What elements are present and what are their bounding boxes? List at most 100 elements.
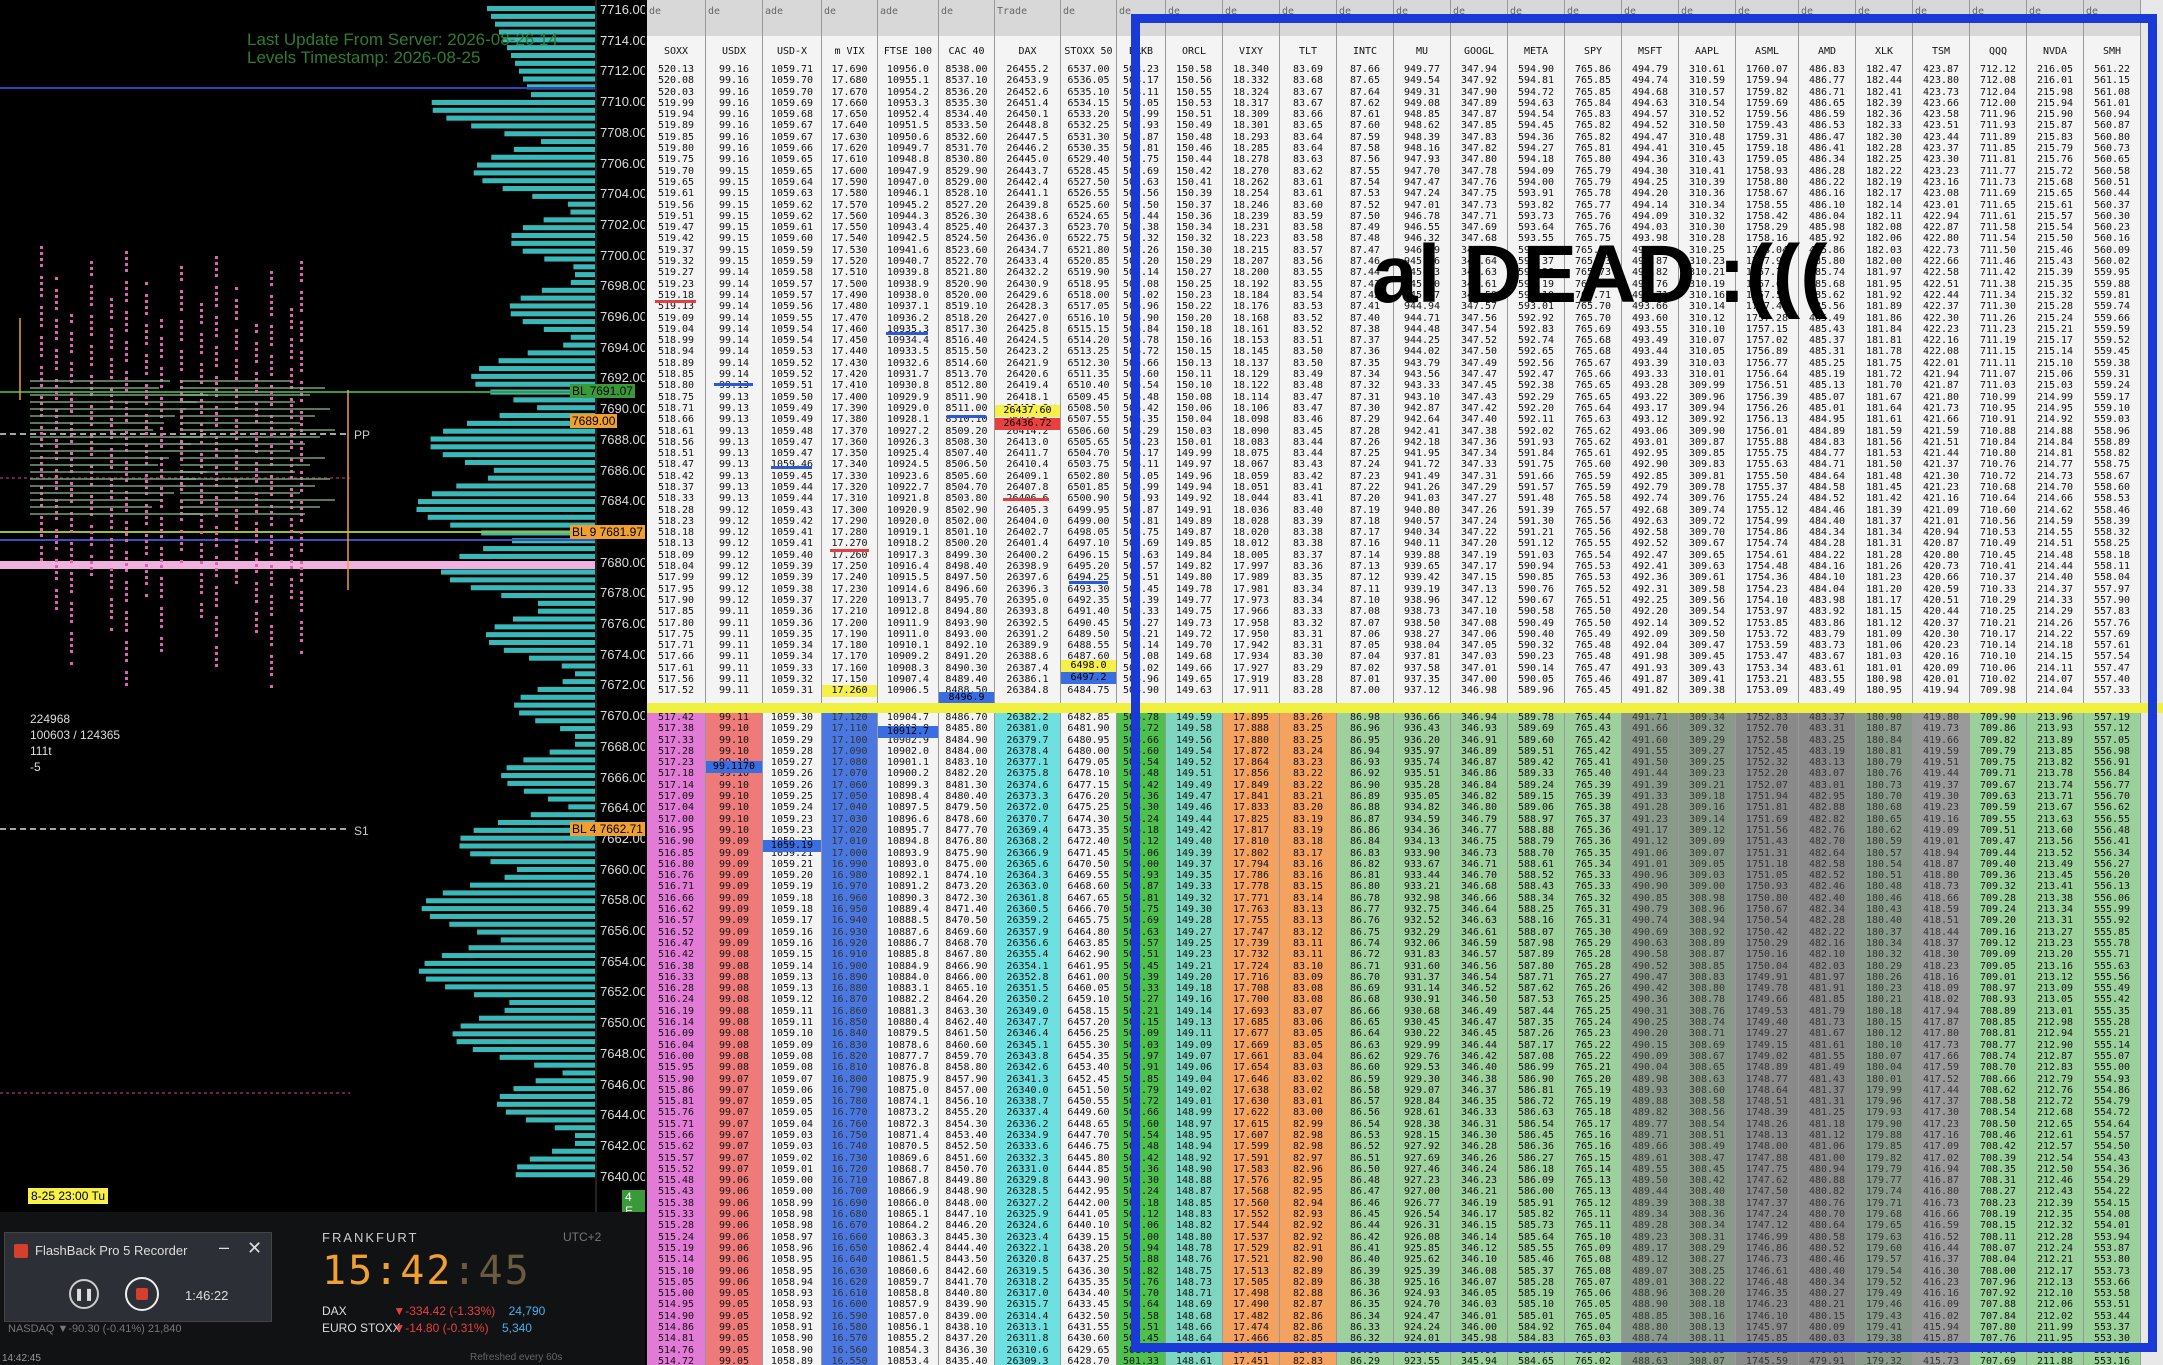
footprint-dot xyxy=(270,397,273,400)
footprint-dot xyxy=(215,646,218,649)
footprint-dot xyxy=(235,527,238,530)
footprint-dot xyxy=(160,529,163,532)
ladder-column-usdx[interactable]: de USDX 99.16 99.16 99.16 99.16 99.16 99.1… xyxy=(706,0,763,1365)
volume-bar xyxy=(500,937,595,943)
footprint-dot xyxy=(300,573,303,576)
footprint-row xyxy=(180,506,320,508)
footprint-dot xyxy=(160,643,163,646)
footprint-dot xyxy=(40,432,43,435)
footprint-dot xyxy=(40,426,43,429)
footprint-row xyxy=(180,492,300,494)
volume-bar xyxy=(570,334,595,340)
ladder-column-usd-x[interactable]: ade USD-X 1059.71 1059.70 1059.70 1059.69 … xyxy=(763,0,822,1365)
footprint-dot xyxy=(70,404,73,407)
close-button[interactable]: ✕ xyxy=(247,1238,262,1259)
footprint-dot xyxy=(40,516,43,519)
footprint-dot xyxy=(200,321,203,324)
index-value: 24,790 xyxy=(508,1304,546,1318)
index-value: 5,340 xyxy=(501,1321,532,1335)
volume-bar xyxy=(513,397,595,403)
footprint-dot xyxy=(90,261,93,264)
ladder-column-m-vix[interactable]: de m VIX 17.690 17.680 17.670 17.660 17.65… xyxy=(822,0,878,1365)
ladder-column-dax[interactable]: Trade DAX 26455.2 26453.9 26452.6 26451.4 … xyxy=(995,0,1061,1365)
footprint-dot xyxy=(270,613,273,616)
volume-bar xyxy=(427,514,595,520)
recorder-window[interactable]: FlashBack Pro 5 Recorder – ✕ ❚❚ 1:46:22 xyxy=(4,1232,272,1322)
volume-bar xyxy=(474,992,595,998)
footprint-dot xyxy=(215,526,218,529)
footprint-dot xyxy=(180,440,183,443)
footprint-dot xyxy=(180,362,183,365)
footprint-dot xyxy=(40,318,43,321)
footprint-dot xyxy=(90,303,93,306)
ladder-column-cac-40[interactable]: de CAC 40 8538.00 8537.10 8536.20 8535.30 … xyxy=(939,0,995,1365)
footprint-dot xyxy=(255,330,258,333)
footprint-dot xyxy=(300,351,303,354)
price-highlight: 10912.7 xyxy=(878,726,938,738)
footprint-dot xyxy=(90,285,93,288)
footprint-dot xyxy=(70,530,73,533)
footprint-dot xyxy=(270,517,273,520)
footprint-dot xyxy=(110,376,113,379)
footprint-dot xyxy=(145,480,148,483)
stop-button[interactable] xyxy=(125,1277,159,1311)
footprint-dot xyxy=(200,555,203,558)
footprint-dot xyxy=(180,410,183,413)
footprint-dot xyxy=(90,345,93,348)
footprint-row xyxy=(180,471,295,473)
footprint-dot xyxy=(290,536,293,539)
volume-bar xyxy=(560,726,595,732)
footprint-dot xyxy=(55,547,58,550)
ladder-column-soxx[interactable]: de SOXX 520.13 520.08 520.03 519.99 519.94… xyxy=(647,0,706,1365)
last-trade-marker xyxy=(947,415,986,418)
volume-bar xyxy=(505,1109,595,1115)
footprint-dot xyxy=(145,582,148,585)
footprint-row xyxy=(180,513,305,515)
volume-bar xyxy=(464,459,595,466)
price-tick: 7650.00 xyxy=(600,1015,645,1031)
footprint-dot xyxy=(180,272,183,275)
footprint-dot xyxy=(270,337,273,340)
price-tick: 7674.00 xyxy=(600,646,645,662)
footprint-dot xyxy=(145,282,148,285)
minimize-button[interactable]: – xyxy=(219,1237,229,1258)
volume-bar xyxy=(504,1007,595,1013)
footprint-dot xyxy=(110,508,113,511)
footprint-dot xyxy=(125,563,128,566)
volume-bar xyxy=(525,1117,595,1123)
footprint-dot xyxy=(110,526,113,529)
volume-profile-chart[interactable]: Last Update From Server: 2026-08-26 14 L… xyxy=(0,0,645,1212)
footprint-dot xyxy=(55,319,58,322)
footprint-dot xyxy=(55,307,58,310)
footprint-dot xyxy=(110,328,113,331)
ladder-column-stoxx-50[interactable]: de STOXX 50 6537.00 6536.05 6535.10 6534.1… xyxy=(1061,0,1117,1365)
pause-button[interactable]: ❚❚ xyxy=(69,1279,99,1309)
footprint-dot xyxy=(90,321,93,324)
volume-bar xyxy=(511,52,595,59)
footprint-row xyxy=(180,380,290,382)
volume-bar xyxy=(418,968,595,974)
footprint-dot xyxy=(215,616,218,619)
footprint-dot xyxy=(300,519,303,522)
volume-bar xyxy=(573,264,595,270)
footprint-dot xyxy=(180,320,183,323)
volume-bar xyxy=(456,1039,595,1045)
footprint-row xyxy=(30,450,180,452)
price-tick: 7698.00 xyxy=(600,278,645,294)
footprint-dot xyxy=(255,552,258,555)
footprint-dot xyxy=(215,538,218,541)
volume-bar xyxy=(562,1070,595,1076)
footprint-dot xyxy=(145,384,148,387)
footprint-dot xyxy=(125,461,128,464)
price-tick: 7646.00 xyxy=(600,1076,645,1092)
footprint-dot xyxy=(180,452,183,455)
footprint-dot xyxy=(110,346,113,349)
footprint-dot xyxy=(180,542,183,545)
footprint-dot xyxy=(200,309,203,312)
footprint-dot xyxy=(270,367,273,370)
footprint-dot xyxy=(235,431,238,434)
chart-canvas[interactable] xyxy=(0,0,645,1212)
ladder-column-ftse-100[interactable]: ade FTSE 100 10956.0 10955.1 10954.2 10953… xyxy=(878,0,939,1365)
footprint-dot xyxy=(290,530,293,533)
footprint-dot xyxy=(70,338,73,341)
